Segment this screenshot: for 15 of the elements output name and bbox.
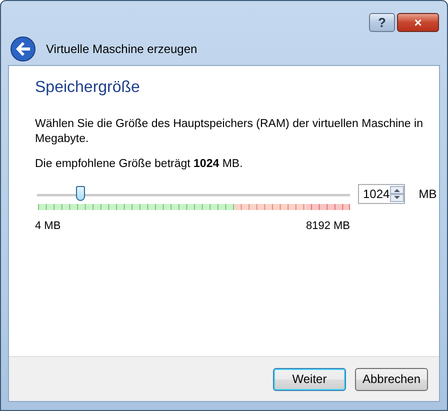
- max-label: 8192 MB: [306, 220, 350, 232]
- window-title: Virtuelle Maschine erzeugen: [46, 42, 198, 56]
- help-button[interactable]: ?: [369, 13, 395, 32]
- recommendation-text: Die empfohlene Größe beträgt 1024 MB.: [35, 157, 244, 172]
- min-label: 4 MB: [35, 220, 61, 232]
- slider-thumb[interactable]: [76, 186, 86, 201]
- unit-label: MB: [418, 187, 437, 201]
- memory-spin-field[interactable]: 1024: [358, 184, 405, 204]
- spin-arrows-icon[interactable]: [390, 186, 404, 202]
- page-heading: Speichergröße: [35, 79, 141, 97]
- cancel-button[interactable]: Abbrechen: [355, 368, 428, 390]
- close-button[interactable]: ×: [397, 13, 439, 32]
- back-icon[interactable]: [10, 36, 36, 62]
- next-button[interactable]: Weiter: [273, 368, 346, 390]
- description-text: Wählen Sie die Größe des Hauptspeichers (RAM) der virtuellen Maschine in Megabyte.: [35, 117, 424, 147]
